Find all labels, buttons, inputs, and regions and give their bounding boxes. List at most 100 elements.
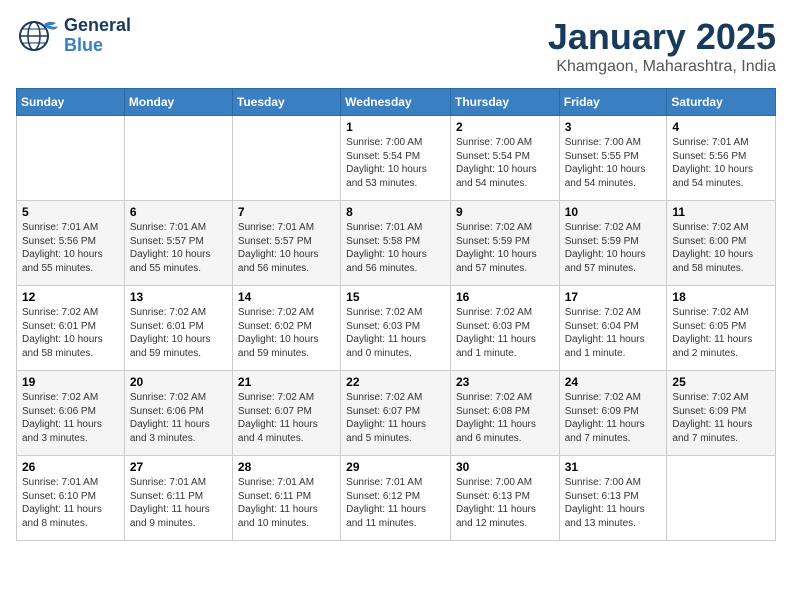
calendar-cell: 26 Sunrise: 7:01 AMSunset: 6:10 PMDayligh… (17, 456, 125, 541)
day-number: 3 (565, 120, 662, 134)
day-number: 20 (130, 375, 227, 389)
week-row-5: 26 Sunrise: 7:01 AMSunset: 6:10 PMDayligh… (17, 456, 776, 541)
weekday-header-monday: Monday (124, 89, 232, 116)
day-info: Sunrise: 7:02 AMSunset: 6:07 PMDaylight:… (346, 391, 445, 445)
calendar-table: SundayMondayTuesdayWednesdayThursdayFrid… (16, 88, 776, 541)
calendar-cell: 20 Sunrise: 7:02 AMSunset: 6:06 PMDayligh… (124, 371, 232, 456)
day-info: Sunrise: 7:01 AMSunset: 6:10 PMDaylight:… (22, 476, 119, 530)
day-info: Sunrise: 7:02 AMSunset: 6:01 PMDaylight:… (22, 306, 119, 360)
calendar-cell: 24Sunrise: 7:02 AMSunset: 6:09 PMDayligh… (559, 371, 667, 456)
day-number: 30 (456, 460, 554, 474)
calendar-cell: 23Sunrise: 7:02 AMSunset: 6:08 PMDayligh… (450, 371, 559, 456)
calendar-cell: 5Sunrise: 7:01 AMSunset: 5:56 PMDaylight… (17, 201, 125, 286)
day-number: 31 (565, 460, 662, 474)
day-info: Sunrise: 7:02 AMSunset: 6:09 PMDaylight:… (565, 391, 662, 445)
weekday-header-tuesday: Tuesday (232, 89, 340, 116)
calendar-cell: 31 Sunrise: 7:00 AMSunset: 6:13 PMDayligh… (559, 456, 667, 541)
weekday-header-sunday: Sunday (17, 89, 125, 116)
calendar-cell: 2Sunrise: 7:00 AMSunset: 5:54 PMDaylight… (450, 116, 559, 201)
calendar-cell: 4 Sunrise: 7:01 AMSunset: 5:56 PMDaylight… (667, 116, 776, 201)
day-number: 16 (456, 290, 554, 304)
calendar-cell: 25Sunrise: 7:02 AMSunset: 6:09 PMDayligh… (667, 371, 776, 456)
day-info: Sunrise: 7:01 AMSunset: 5:58 PMDaylight:… (346, 221, 445, 275)
day-number: 17 (565, 290, 662, 304)
day-number: 12 (22, 290, 119, 304)
day-info: Sunrise: 7:01 AMSunset: 5:56 PMDaylight:… (672, 136, 770, 190)
day-number: 9 (456, 205, 554, 219)
weekday-header-row: SundayMondayTuesdayWednesdayThursdayFrid… (17, 89, 776, 116)
calendar-subtitle: Khamgaon, Maharashtra, India (548, 58, 776, 76)
day-info: Sunrise: 7:01 AMSunset: 6:12 PMDaylight:… (346, 476, 445, 530)
calendar-cell: 15 Sunrise: 7:02 AMSunset: 6:03 PMDayligh… (341, 286, 451, 371)
day-info: Sunrise: 7:00 AMSunset: 6:13 PMDaylight:… (565, 476, 662, 530)
weekday-header-wednesday: Wednesday (341, 89, 451, 116)
day-info: Sunrise: 7:02 AMSunset: 6:03 PMDaylight:… (456, 306, 554, 360)
day-number: 7 (238, 205, 335, 219)
week-row-1: 1Sunrise: 7:00 AMSunset: 5:54 PMDaylight… (17, 116, 776, 201)
day-number: 13 (130, 290, 227, 304)
day-number: 23 (456, 375, 554, 389)
day-info: Sunrise: 7:00 AMSunset: 5:54 PMDaylight:… (346, 136, 445, 190)
calendar-cell: 3 Sunrise: 7:00 AMSunset: 5:55 PMDaylight… (559, 116, 667, 201)
day-info: Sunrise: 7:02 AMSunset: 6:00 PMDaylight:… (672, 221, 770, 275)
calendar-cell: 12 Sunrise: 7:02 AMSunset: 6:01 PMDayligh… (17, 286, 125, 371)
calendar-cell: 22 Sunrise: 7:02 AMSunset: 6:07 PMDayligh… (341, 371, 451, 456)
calendar-cell: 1Sunrise: 7:00 AMSunset: 5:54 PMDaylight… (341, 116, 451, 201)
calendar-cell: 9Sunrise: 7:02 AMSunset: 5:59 PMDaylight… (450, 201, 559, 286)
day-info: Sunrise: 7:00 AMSunset: 5:54 PMDaylight:… (456, 136, 554, 190)
day-info: Sunrise: 7:02 AMSunset: 6:04 PMDaylight:… (565, 306, 662, 360)
day-number: 8 (346, 205, 445, 219)
calendar-cell: 16 Sunrise: 7:02 AMSunset: 6:03 PMDayligh… (450, 286, 559, 371)
week-row-4: 19 Sunrise: 7:02 AMSunset: 6:06 PMDayligh… (17, 371, 776, 456)
day-number: 18 (672, 290, 770, 304)
day-info: Sunrise: 7:01 AMSunset: 5:57 PMDaylight:… (130, 221, 227, 275)
calendar-cell: 10Sunrise: 7:02 AMSunset: 5:59 PMDayligh… (559, 201, 667, 286)
day-number: 29 (346, 460, 445, 474)
weekday-header-friday: Friday (559, 89, 667, 116)
calendar-title: January 2025 (548, 16, 776, 58)
weekday-header-saturday: Saturday (667, 89, 776, 116)
logo-blue: Blue (64, 36, 131, 56)
calendar-cell: 8 Sunrise: 7:01 AMSunset: 5:58 PMDaylight… (341, 201, 451, 286)
day-number: 15 (346, 290, 445, 304)
day-info: Sunrise: 7:02 AMSunset: 6:05 PMDaylight:… (672, 306, 770, 360)
day-number: 14 (238, 290, 335, 304)
logo-icon (16, 18, 60, 54)
day-info: Sunrise: 7:01 AMSunset: 6:11 PMDaylight:… (238, 476, 335, 530)
day-number: 25 (672, 375, 770, 389)
day-info: Sunrise: 7:00 AMSunset: 5:55 PMDaylight:… (565, 136, 662, 190)
calendar-cell: 11 Sunrise: 7:02 AMSunset: 6:00 PMDayligh… (667, 201, 776, 286)
day-info: Sunrise: 7:02 AMSunset: 6:06 PMDaylight:… (130, 391, 227, 445)
title-section: January 2025 Khamgaon, Maharashtra, Indi… (548, 16, 776, 76)
calendar-cell: 18 Sunrise: 7:02 AMSunset: 6:05 PMDayligh… (667, 286, 776, 371)
day-info: Sunrise: 7:01 AMSunset: 5:56 PMDaylight:… (22, 221, 119, 275)
day-number: 11 (672, 205, 770, 219)
day-number: 6 (130, 205, 227, 219)
day-number: 28 (238, 460, 335, 474)
day-info: Sunrise: 7:01 AMSunset: 5:57 PMDaylight:… (238, 221, 335, 275)
week-row-3: 12 Sunrise: 7:02 AMSunset: 6:01 PMDayligh… (17, 286, 776, 371)
calendar-cell: 21Sunrise: 7:02 AMSunset: 6:07 PMDayligh… (232, 371, 340, 456)
calendar-cell: 29 Sunrise: 7:01 AMSunset: 6:12 PMDayligh… (341, 456, 451, 541)
calendar-cell: 19 Sunrise: 7:02 AMSunset: 6:06 PMDayligh… (17, 371, 125, 456)
calendar-cell: 13 Sunrise: 7:02 AMSunset: 6:01 PMDayligh… (124, 286, 232, 371)
day-info: Sunrise: 7:02 AMSunset: 5:59 PMDaylight:… (565, 221, 662, 275)
page-header: General Blue January 2025 Khamgaon, Maha… (16, 16, 776, 76)
day-number: 19 (22, 375, 119, 389)
day-info: Sunrise: 7:02 AMSunset: 6:03 PMDaylight:… (346, 306, 445, 360)
calendar-cell: 28 Sunrise: 7:01 AMSunset: 6:11 PMDayligh… (232, 456, 340, 541)
calendar-cell: 14 Sunrise: 7:02 AMSunset: 6:02 PMDayligh… (232, 286, 340, 371)
calendar-cell (667, 456, 776, 541)
calendar-cell: 7 Sunrise: 7:01 AMSunset: 5:57 PMDaylight… (232, 201, 340, 286)
day-info: Sunrise: 7:02 AMSunset: 6:06 PMDaylight:… (22, 391, 119, 445)
day-number: 26 (22, 460, 119, 474)
day-number: 22 (346, 375, 445, 389)
day-number: 27 (130, 460, 227, 474)
day-info: Sunrise: 7:01 AMSunset: 6:11 PMDaylight:… (130, 476, 227, 530)
day-number: 4 (672, 120, 770, 134)
day-number: 21 (238, 375, 335, 389)
day-info: Sunrise: 7:02 AMSunset: 6:01 PMDaylight:… (130, 306, 227, 360)
calendar-cell (124, 116, 232, 201)
calendar-cell (232, 116, 340, 201)
day-info: Sunrise: 7:02 AMSunset: 6:02 PMDaylight:… (238, 306, 335, 360)
